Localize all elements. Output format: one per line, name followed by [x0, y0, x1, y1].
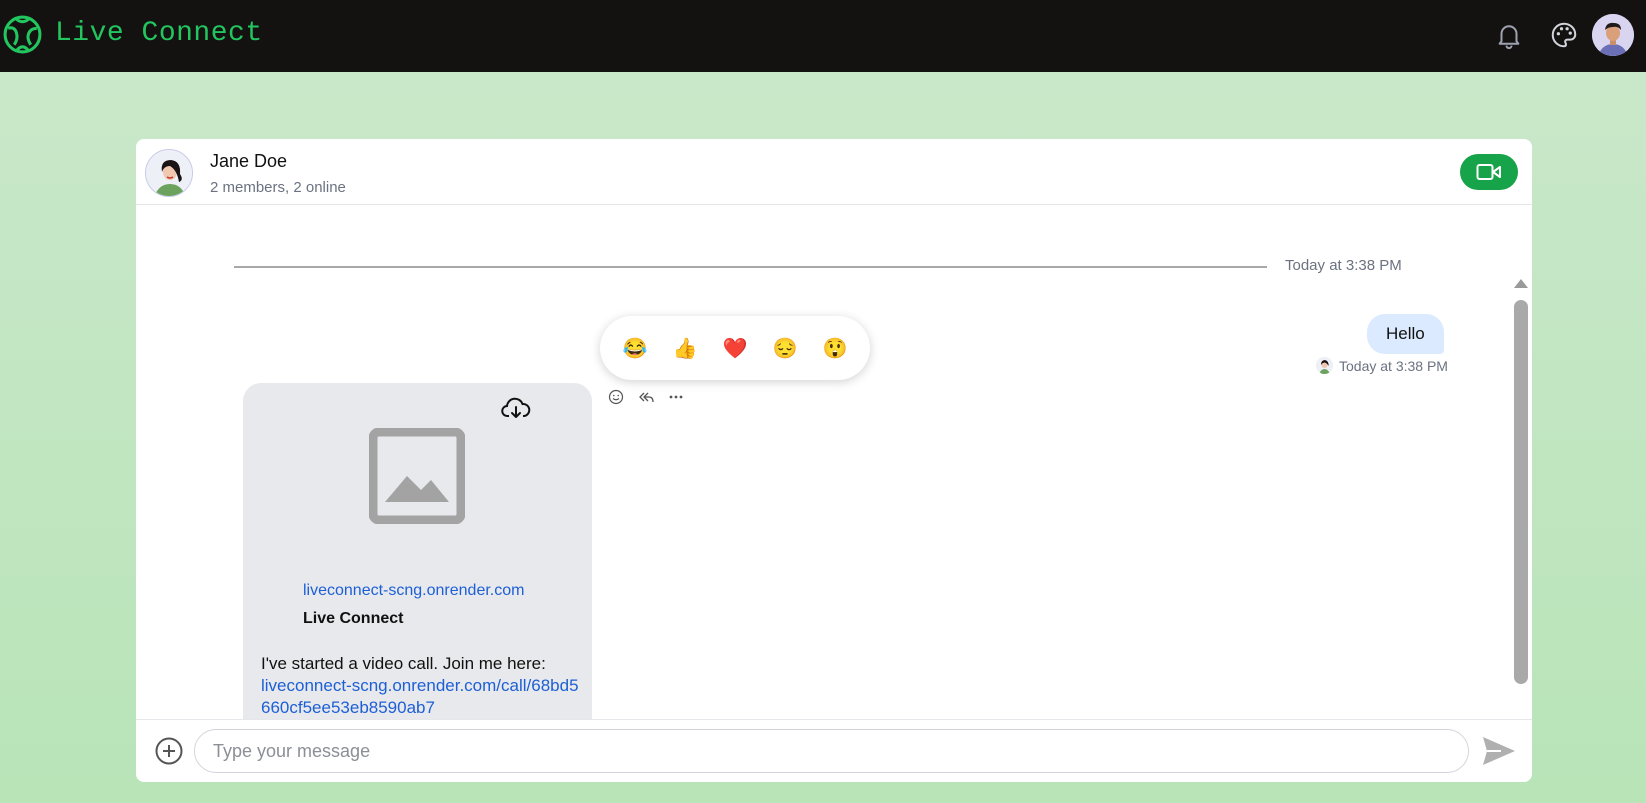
- more-icon[interactable]: [668, 389, 684, 405]
- message-text: I've started a video call. Join me here:: [261, 654, 546, 673]
- link-preview-title: Live Connect: [303, 610, 404, 627]
- reaction-picker: 😂 👍 ❤️ 😔 😲: [600, 316, 870, 380]
- chat-window: Jane Doe 2 members, 2 online Today at 3:…: [136, 139, 1532, 782]
- app-title: Live Connect: [55, 18, 263, 49]
- user-avatar[interactable]: [1592, 14, 1634, 56]
- reaction-heart[interactable]: ❤️: [717, 336, 753, 361]
- date-divider: [234, 266, 1267, 268]
- smile-icon[interactable]: [608, 389, 624, 405]
- message-text: Hello: [1386, 324, 1425, 343]
- send-icon[interactable]: [1481, 734, 1517, 768]
- call-link[interactable]: liveconnect-scng.onrender.com/call/68bd5…: [261, 675, 581, 719]
- scrollbar[interactable]: [1510, 277, 1530, 719]
- message-input[interactable]: [194, 729, 1469, 773]
- reply-icon[interactable]: [638, 389, 654, 405]
- link-preview-message[interactable]: liveconnect-scng.onrender.com Live Conne…: [243, 383, 592, 719]
- video-call-button[interactable]: [1460, 154, 1518, 190]
- scrollbar-thumb[interactable]: [1514, 300, 1528, 684]
- cloud-download-icon[interactable]: [501, 396, 531, 422]
- user-avatar-image: [1592, 14, 1634, 56]
- read-receipt-avatar: [1316, 357, 1333, 374]
- reaction-thumbs-up[interactable]: 👍: [667, 336, 703, 361]
- reaction-pensive[interactable]: 😔: [767, 336, 803, 361]
- contact-avatar-image: [146, 150, 192, 196]
- chat-member-status: 2 members, 2 online: [210, 179, 346, 196]
- message-actions: [608, 389, 684, 405]
- scroll-up-arrow-icon[interactable]: [1513, 277, 1529, 289]
- link-preview-domain[interactable]: liveconnect-scng.onrender.com: [303, 582, 524, 600]
- read-receipt-avatar-image: [1316, 357, 1333, 374]
- globe-logo-icon: [3, 15, 42, 54]
- outgoing-message-bubble[interactable]: Hello: [1367, 314, 1444, 354]
- chat-name: Jane Doe: [210, 151, 288, 171]
- message-list: Today at 3:38 PM Hello Today at 3:38 PM: [136, 205, 1532, 719]
- contact-avatar[interactable]: [145, 149, 193, 197]
- image-placeholder-icon: [369, 428, 465, 524]
- palette-icon[interactable]: [1549, 20, 1579, 50]
- chat-header: Jane Doe 2 members, 2 online: [136, 139, 1532, 205]
- add-attachment-icon[interactable]: [154, 736, 184, 766]
- message-meta: Today at 3:38 PM: [1316, 357, 1448, 374]
- date-separator-label: Today at 3:38 PM: [1285, 257, 1402, 274]
- reaction-laugh[interactable]: 😂: [617, 336, 653, 361]
- message-timestamp: Today at 3:38 PM: [1339, 357, 1448, 374]
- top-bar: Live Connect: [0, 0, 1646, 72]
- reaction-surprised[interactable]: 😲: [817, 336, 853, 361]
- bell-icon[interactable]: [1494, 20, 1524, 50]
- message-body: I've started a video call. Join me here:…: [261, 653, 581, 719]
- video-camera-icon: [1476, 164, 1501, 180]
- message-composer: [136, 719, 1532, 782]
